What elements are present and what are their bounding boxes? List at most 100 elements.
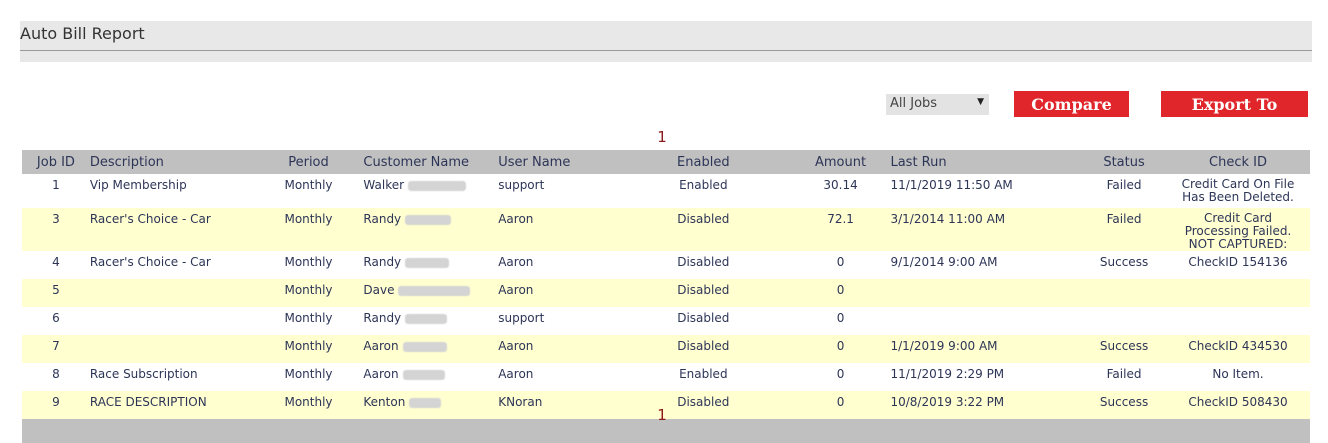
redacted-surname	[405, 257, 450, 268]
cell-amount: 30.14	[823, 178, 858, 192]
cell-period: Monthly	[253, 208, 364, 251]
col-amount[interactable]: Amount	[790, 150, 891, 174]
col-description[interactable]: Description	[89, 150, 254, 174]
cell-last-run	[890, 307, 1074, 335]
auto-bill-table: Job ID Description Period Customer Name …	[22, 150, 1310, 443]
redacted-surname	[405, 214, 452, 225]
cell-job-id: 3	[22, 208, 90, 251]
cell-amount: 0	[790, 335, 891, 363]
cell-enabled: Disabled	[616, 335, 791, 363]
page-title: Auto Bill Report	[20, 24, 145, 43]
col-period[interactable]: Period	[253, 150, 364, 174]
cell-period: Monthly	[284, 311, 333, 325]
cell-customer-name: Aaron	[363, 363, 498, 391]
cell-description	[90, 307, 254, 335]
cell-amount: 0	[836, 255, 845, 269]
col-check-id[interactable]: Check ID	[1174, 150, 1310, 174]
cell-customer-name: Randy	[363, 251, 498, 279]
cell-amount: 0	[836, 311, 845, 325]
cell-user-name: Aaron	[498, 335, 616, 363]
cell-customer-name: Walker	[363, 174, 498, 208]
col-job-id[interactable]: Job ID	[22, 150, 90, 174]
cell-description	[89, 279, 254, 307]
cell-status	[1074, 279, 1174, 307]
cell-check-id	[1174, 279, 1310, 307]
jobs-filter-select[interactable]: All Jobs ▼	[886, 94, 989, 115]
cell-job-id: 8	[52, 367, 60, 381]
export-to-excel-button[interactable]: Export To Excel	[1161, 91, 1308, 140]
cell-job-id: 1	[52, 178, 60, 192]
col-user-name[interactable]: User Name	[498, 150, 616, 174]
redacted-surname	[408, 180, 467, 191]
cell-status: Failed	[1106, 367, 1142, 381]
redacted-surname	[402, 369, 445, 380]
table-row[interactable]: 5 Monthly Dave Aaron Disabled 0	[22, 279, 1310, 307]
cell-enabled: Disabled	[616, 208, 791, 251]
pager-bottom[interactable]: 1	[0, 406, 1326, 424]
table-row[interactable]: 8 Race Subscription Monthly Aaron Aaron …	[22, 363, 1310, 391]
cell-status: Failed	[1106, 178, 1142, 192]
cell-description: Racer's Choice - Car	[89, 255, 211, 269]
cell-user-name: support	[498, 178, 545, 192]
cell-user-name: Aaron	[498, 367, 534, 381]
cell-status	[1074, 307, 1174, 335]
cell-enabled: Disabled	[677, 255, 730, 269]
cell-enabled: Enabled	[679, 178, 728, 192]
cell-last-run: 11/1/2019 11:50 AM	[890, 178, 1013, 192]
cell-last-run	[890, 279, 1075, 307]
cell-description: Vip Membership	[89, 178, 187, 192]
cell-status: Success	[1099, 255, 1149, 269]
cell-description	[89, 335, 254, 363]
col-customer-name[interactable]: Customer Name	[363, 150, 499, 174]
cell-user-name: support	[498, 311, 545, 325]
table-row[interactable]: 4 Racer's Choice - Car Monthly Randy Aar…	[22, 251, 1310, 279]
col-last-run[interactable]: Last Run	[890, 150, 1075, 174]
cell-period: Monthly	[284, 255, 333, 269]
table-row[interactable]: 6 Monthly Randy support Disabled 0	[22, 307, 1310, 335]
table-row[interactable]: 1 Vip Membership Monthly Walker support …	[22, 174, 1310, 208]
compare-to-button[interactable]: Compare To	[1014, 91, 1129, 140]
cell-user-name: Aaron	[498, 255, 534, 269]
cell-amount: 72.1	[790, 208, 891, 251]
cell-last-run: 1/1/2019 9:00 AM	[890, 335, 1075, 363]
cell-job-id: 7	[22, 335, 90, 363]
cell-check-id: CheckID 154136	[1188, 255, 1288, 269]
cell-check-id: Credit Card On File Has Been Deleted.	[1181, 177, 1295, 204]
cell-user-name: Aaron	[498, 208, 616, 251]
cell-job-id: 4	[52, 255, 60, 269]
col-enabled[interactable]: Enabled	[616, 150, 791, 174]
cell-user-name: Aaron	[498, 279, 616, 307]
jobs-filter-value: All Jobs	[890, 96, 938, 111]
cell-status: Success	[1074, 335, 1174, 363]
cell-enabled: Disabled	[677, 311, 730, 325]
table-row[interactable]: 7 Monthly Aaron Aaron Disabled 0 1/1/201…	[22, 335, 1310, 363]
page-link[interactable]: 1	[657, 406, 667, 424]
cell-period: Monthly	[284, 178, 333, 192]
cell-description: Racer's Choice - Car	[89, 208, 254, 251]
cell-customer-name: Randy	[363, 307, 498, 335]
col-status[interactable]: Status	[1074, 150, 1174, 174]
cell-description: Race Subscription	[89, 367, 198, 381]
redacted-surname	[402, 341, 447, 352]
pager-top[interactable]: 1	[0, 128, 1326, 146]
cell-period: Monthly	[284, 367, 333, 381]
cell-amount: 0	[790, 279, 891, 307]
cell-check-id: CheckID 434530	[1174, 335, 1310, 363]
cell-check-id	[1174, 307, 1310, 335]
cell-period: Monthly	[253, 279, 364, 307]
redacted-surname	[398, 285, 471, 296]
cell-job-id: 6	[52, 311, 60, 325]
cell-last-run: 11/1/2019 2:29 PM	[890, 367, 1005, 381]
cell-enabled: Disabled	[616, 279, 791, 307]
page-link[interactable]: 1	[657, 128, 667, 146]
table-row[interactable]: 3 Racer's Choice - Car Monthly Randy Aar…	[22, 208, 1310, 251]
table-header-row: Job ID Description Period Customer Name …	[22, 150, 1310, 174]
cell-job-id: 5	[22, 279, 90, 307]
cell-check-id: No Item.	[1212, 367, 1264, 381]
cell-customer-name: Aaron	[363, 335, 499, 363]
dropdown-arrow-icon: ▼	[977, 97, 984, 107]
cell-last-run: 3/1/2014 11:00 AM	[890, 208, 1075, 251]
cell-last-run: 9/1/2014 9:00 AM	[890, 255, 998, 269]
cell-amount: 0	[836, 367, 845, 381]
top-red-fragment	[36, 0, 186, 2]
